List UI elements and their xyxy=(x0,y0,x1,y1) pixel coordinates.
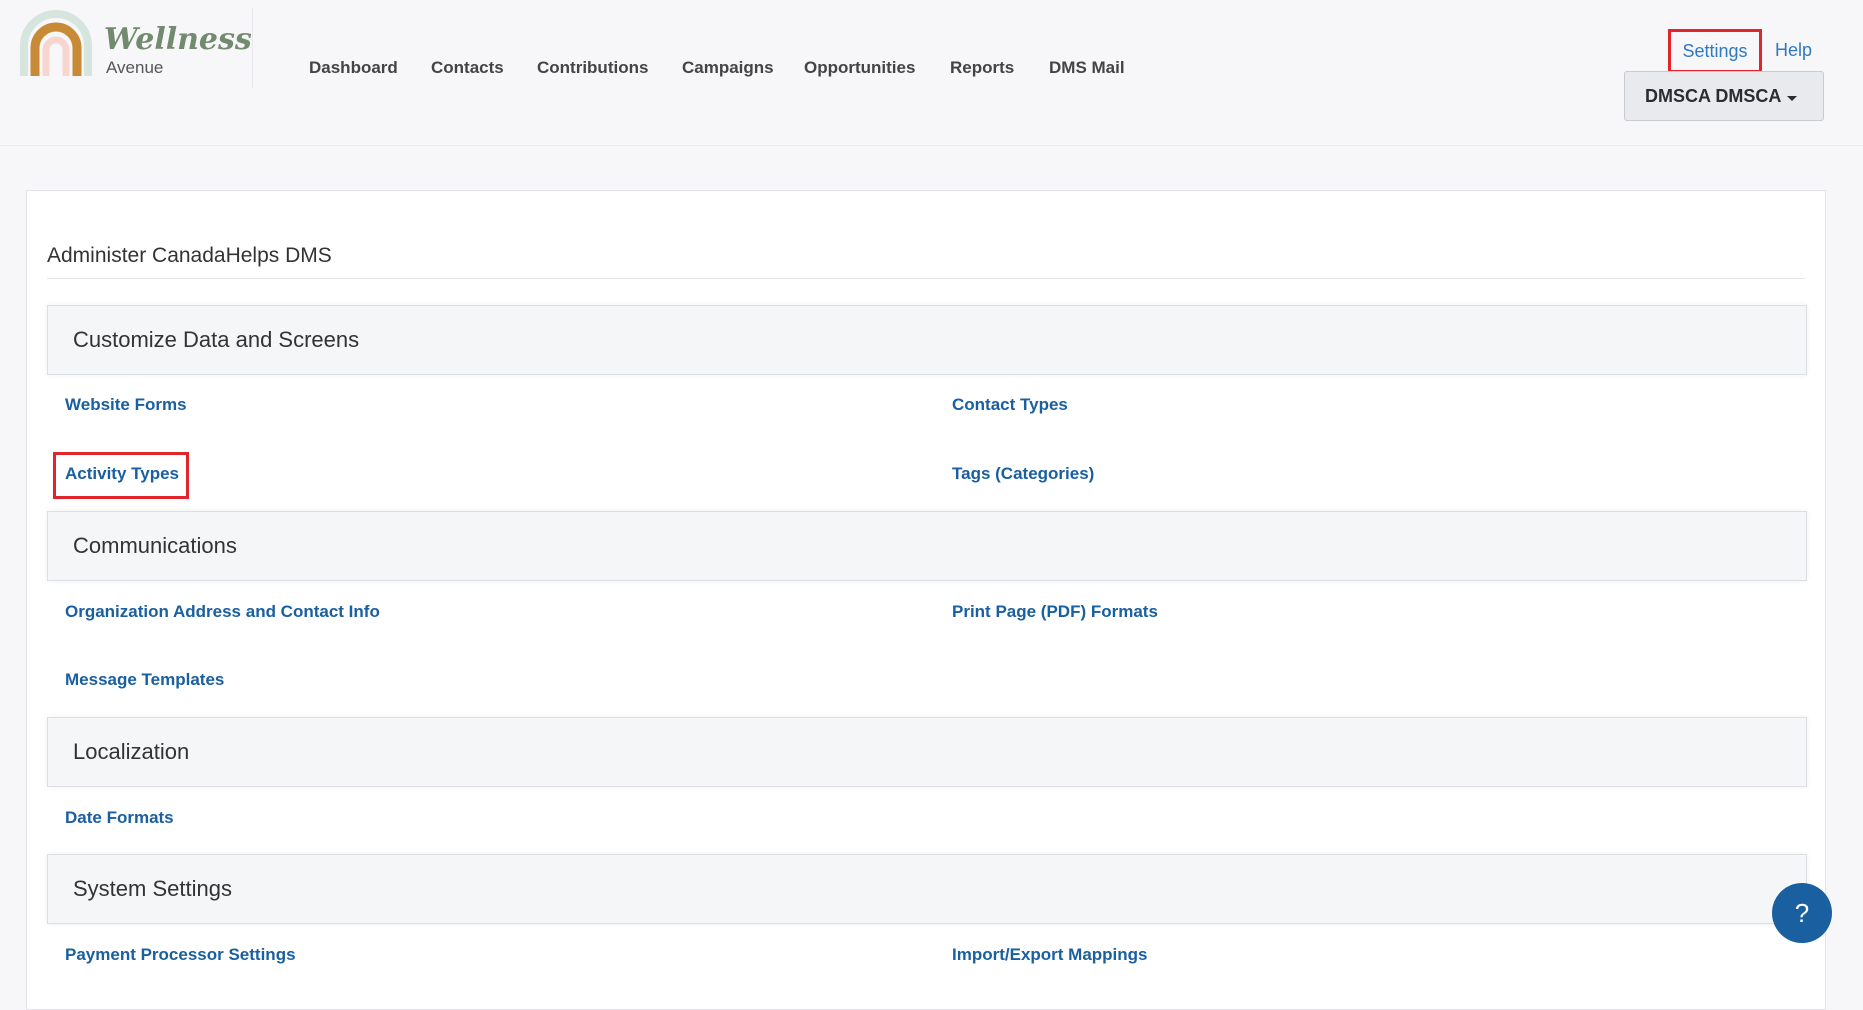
caret-down-icon xyxy=(1787,96,1797,101)
section-communications: Communications xyxy=(47,511,1807,581)
nav-dms-mail[interactable]: DMS Mail xyxy=(1049,58,1125,78)
link-print-page-formats[interactable]: Print Page (PDF) Formats xyxy=(952,602,1158,622)
nav-reports[interactable]: Reports xyxy=(950,58,1014,78)
nav-campaigns[interactable]: Campaigns xyxy=(682,58,774,78)
section-system-settings: System Settings xyxy=(47,854,1807,924)
nav-dashboard[interactable]: Dashboard xyxy=(309,58,398,78)
nav-contributions[interactable]: Contributions xyxy=(537,58,648,78)
user-menu-dropdown[interactable]: DMSCA DMSCA xyxy=(1624,71,1824,121)
nav-opportunities[interactable]: Opportunities xyxy=(804,58,915,78)
link-tags-categories[interactable]: Tags (Categories) xyxy=(952,464,1094,484)
link-activity-types[interactable]: Activity Types xyxy=(65,464,179,484)
logo-text: Wellness xyxy=(104,22,252,57)
link-contact-types[interactable]: Contact Types xyxy=(952,395,1068,415)
help-question-button[interactable]: ? xyxy=(1772,883,1832,943)
nav-contacts[interactable]: Contacts xyxy=(431,58,504,78)
logo[interactable]: Wellness Avenue xyxy=(18,8,253,88)
link-organization-address[interactable]: Organization Address and Contact Info xyxy=(65,602,380,622)
logo-subtext: Avenue xyxy=(106,58,164,77)
rainbow-logo-icon xyxy=(20,10,92,76)
user-name: DMSCA DMSCA xyxy=(1645,86,1782,106)
link-date-formats[interactable]: Date Formats xyxy=(65,808,174,828)
settings-link[interactable]: Settings xyxy=(1668,29,1762,73)
top-header: Wellness Avenue Dashboard Contacts Contr… xyxy=(0,0,1863,146)
divider xyxy=(47,278,1805,279)
admin-panel: Administer CanadaHelps DMS Customize Dat… xyxy=(26,190,1826,1010)
link-message-templates[interactable]: Message Templates xyxy=(65,670,224,690)
section-localization: Localization xyxy=(47,717,1807,787)
link-website-forms[interactable]: Website Forms xyxy=(65,395,187,415)
link-import-export-mappings[interactable]: Import/Export Mappings xyxy=(952,945,1148,965)
help-link[interactable]: Help xyxy=(1775,40,1812,61)
section-customize-data: Customize Data and Screens xyxy=(47,305,1807,375)
link-payment-processor-settings[interactable]: Payment Processor Settings xyxy=(65,945,296,965)
page-title: Administer CanadaHelps DMS xyxy=(47,244,332,267)
